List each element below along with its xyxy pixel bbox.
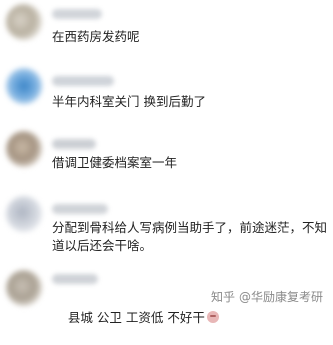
avatar[interactable] [6, 270, 42, 306]
comment-text: 在西药房发药呢 [52, 29, 140, 44]
comment-item: 分配到骨科给人写病例当助手了，前途迷茫，不知道以后还会干啥。 [0, 184, 333, 262]
comment-item: 半年内科室关门 换到后勤了 [0, 56, 333, 118]
comment-text: 分配到骨科给人写病例当助手了，前途迷茫，不知道以后还会干啥。 [52, 220, 328, 253]
comment-text: 借调卫健委档案室一年 [52, 155, 178, 170]
comment-text: 半年内科室关门 换到后勤了 [52, 94, 206, 109]
avatar[interactable] [6, 68, 42, 104]
avatar[interactable] [6, 196, 42, 232]
avatar[interactable] [6, 131, 42, 167]
username[interactable] [52, 76, 114, 86]
watermark-site: 知乎 [210, 290, 235, 304]
comment-text-content: 县城 公卫 工资低 不好干 [67, 310, 205, 325]
avatar[interactable] [6, 4, 42, 40]
comment-item: 在西药房发药呢 [0, 0, 333, 55]
username[interactable] [52, 274, 98, 284]
comment-item: 借调卫健委档案室一年 [0, 121, 333, 179]
watermark: 知乎 @华励康复考研 [211, 288, 323, 305]
username[interactable] [52, 9, 102, 19]
crying-face-emoji [206, 311, 219, 323]
watermark-handle: @华励康复考研 [238, 290, 323, 304]
username[interactable] [52, 139, 96, 149]
username[interactable] [52, 204, 108, 214]
